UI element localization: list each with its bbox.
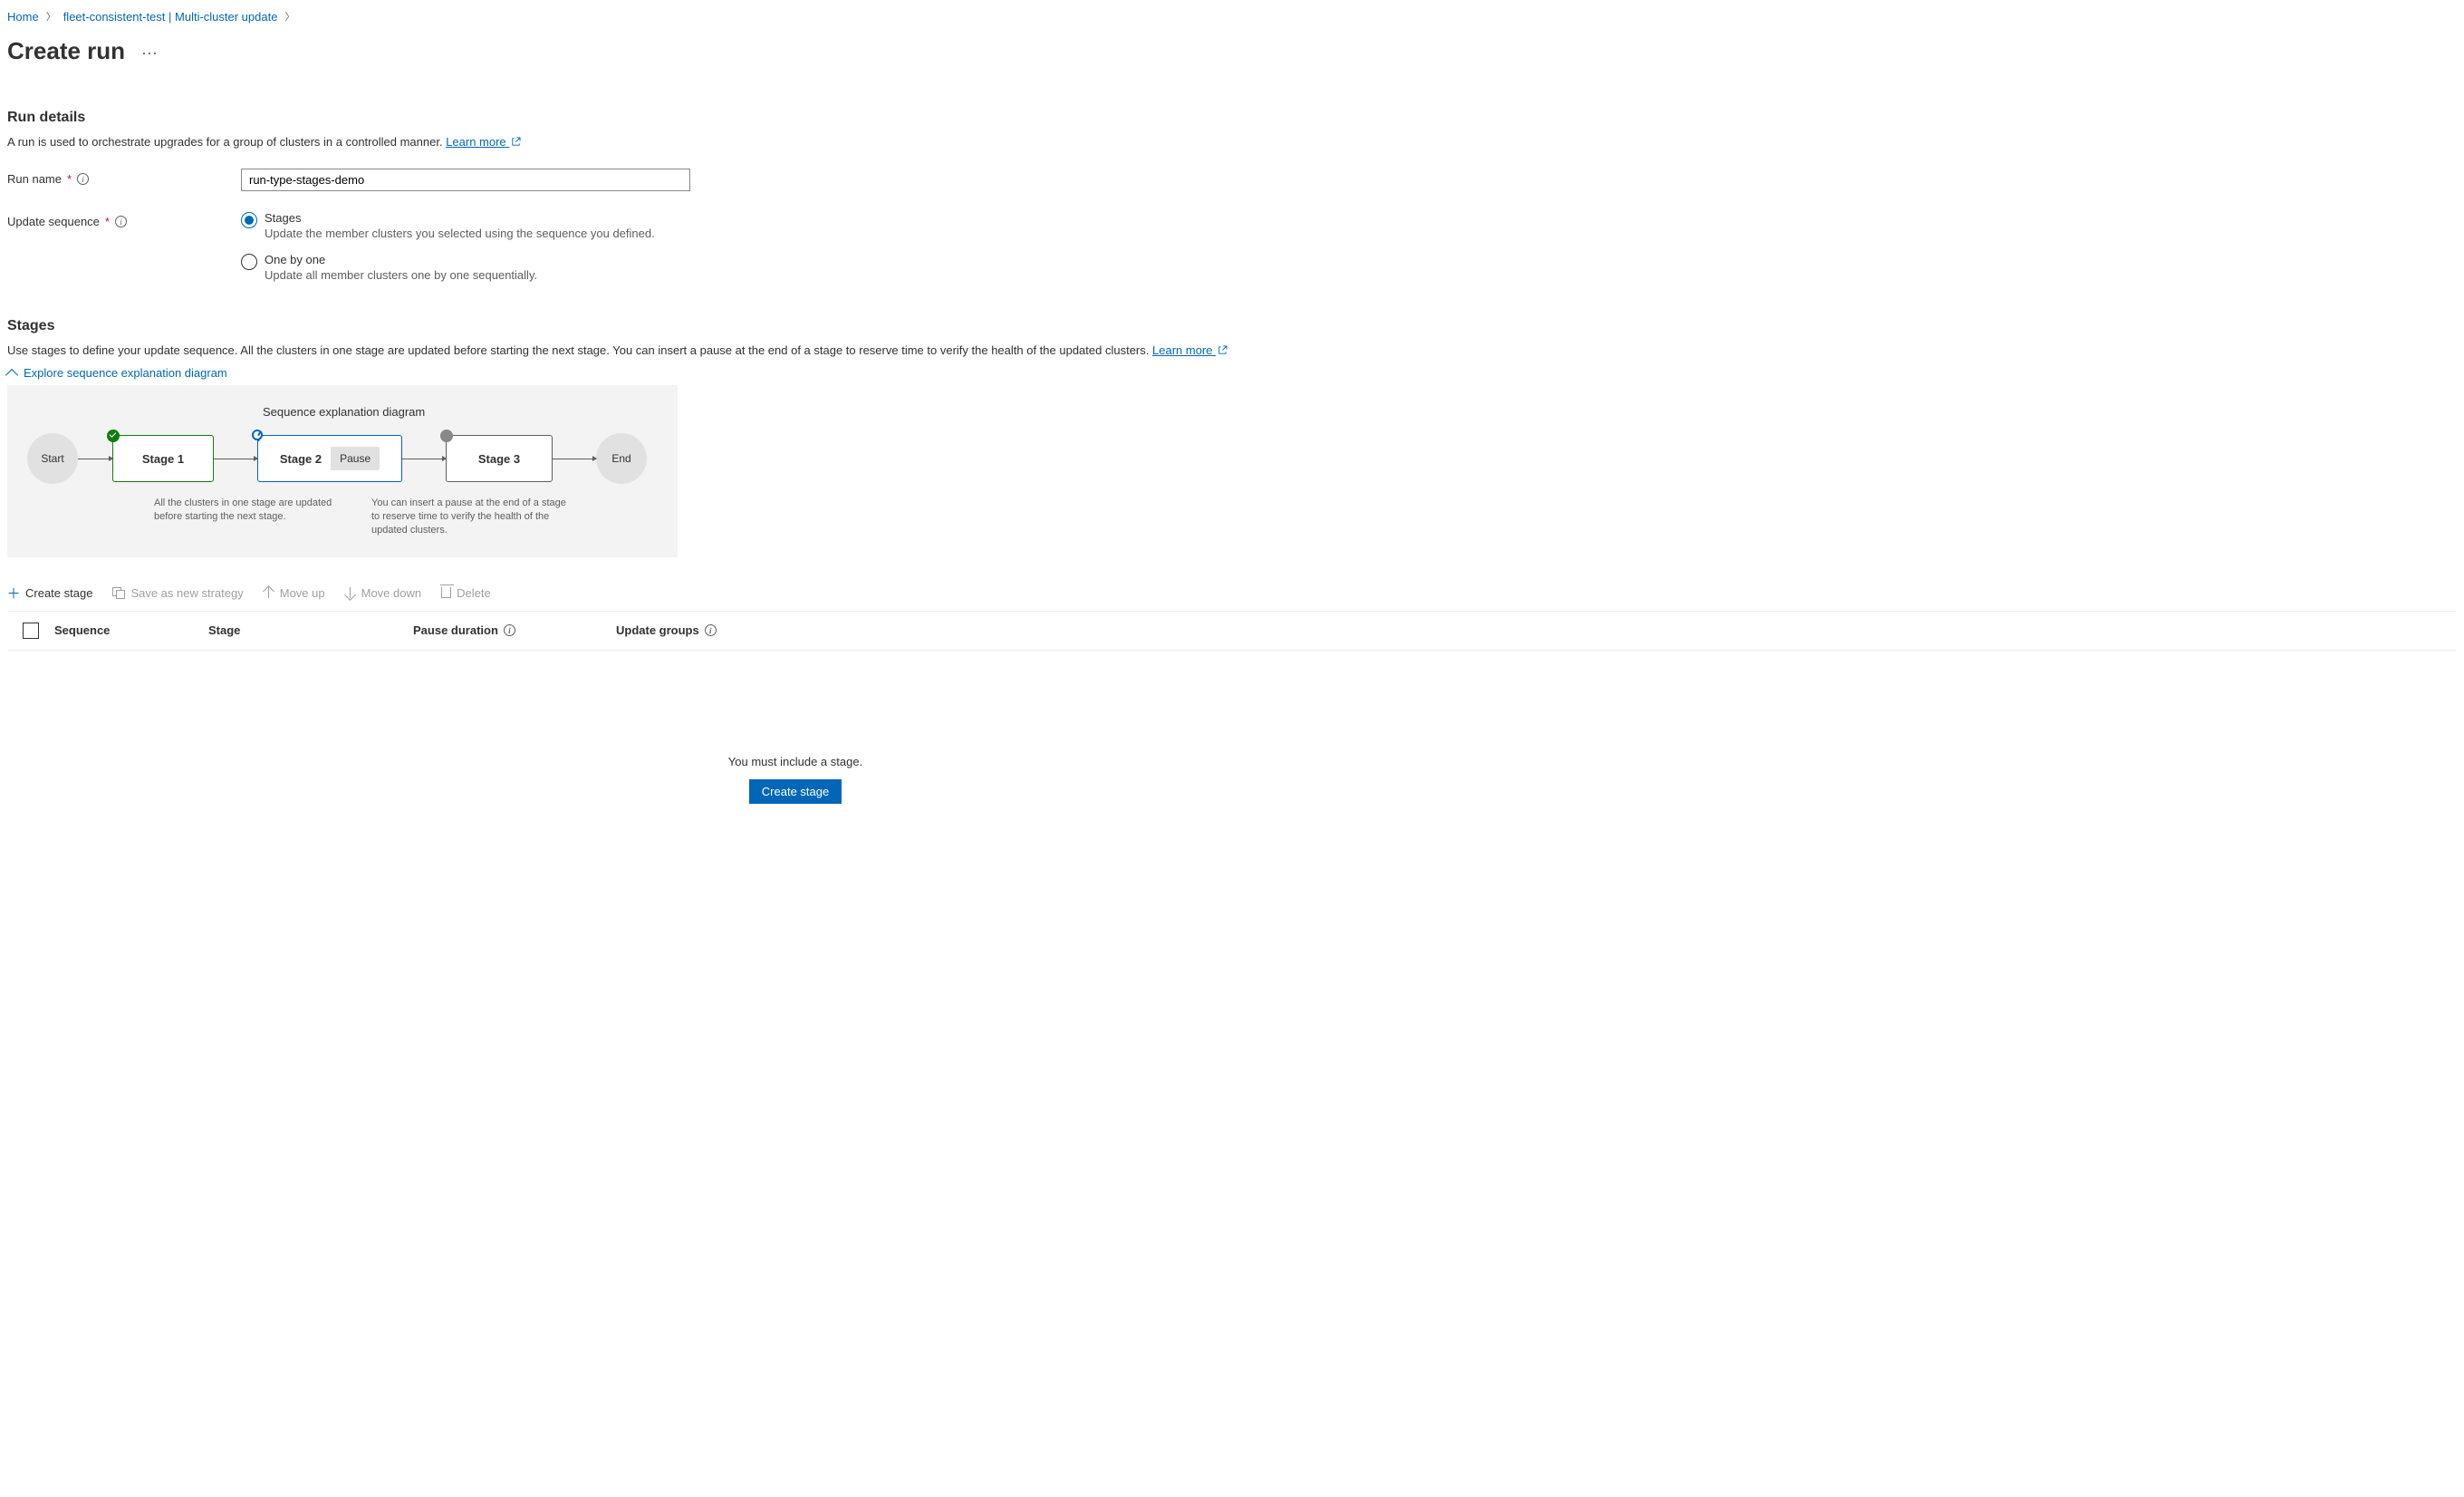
create-stage-primary-button[interactable]: Create stage xyxy=(749,779,842,804)
stages-table: Sequence Stage Pause duration i Update g… xyxy=(7,611,2457,651)
diagram-start-node: Start xyxy=(27,433,78,484)
explore-diagram-toggle[interactable]: Explore sequence explanation diagram xyxy=(7,366,227,380)
info-icon[interactable]: i xyxy=(115,216,127,227)
diagram-stage-1: Stage 1 xyxy=(112,435,214,482)
move-down-button[interactable]: Move down xyxy=(345,586,421,600)
select-all-checkbox[interactable] xyxy=(23,623,39,639)
delete-button[interactable]: Delete xyxy=(441,586,491,600)
empty-state xyxy=(7,696,1583,710)
empty-state-message: You must include a stage. xyxy=(728,755,862,768)
dot-icon xyxy=(440,430,453,442)
radio-one-by-one[interactable]: One by one Update all member clusters on… xyxy=(241,253,655,282)
col-sequence[interactable]: Sequence xyxy=(54,623,208,637)
move-up-button[interactable]: Move up xyxy=(264,586,325,600)
breadcrumb: Home 〉 fleet-consistent-test | Multi-clu… xyxy=(7,7,2457,25)
stages-heading: Stages xyxy=(7,318,2457,334)
info-icon[interactable]: i xyxy=(504,624,515,636)
info-icon[interactable]: i xyxy=(77,173,89,185)
create-stage-button[interactable]: ＋ Create stage xyxy=(7,586,92,600)
diagram-caption-1: All the clusters in one stage are update… xyxy=(154,497,344,537)
save-as-strategy-button[interactable]: Save as new strategy xyxy=(112,586,243,600)
stages-description: Use stages to define your update sequenc… xyxy=(7,343,2457,357)
learn-more-link[interactable]: Learn more xyxy=(1152,343,1227,357)
chevron-right-icon: 〉 xyxy=(46,9,56,24)
table-header-row: Sequence Stage Pause duration i Update g… xyxy=(7,612,2457,650)
radio-stages[interactable]: Stages Update the member clusters you se… xyxy=(241,211,655,240)
breadcrumb-home[interactable]: Home xyxy=(7,10,39,24)
run-details-description: A run is used to orchestrate upgrades fo… xyxy=(7,135,2457,149)
external-link-icon xyxy=(1218,345,1227,355)
col-pause-duration[interactable]: Pause duration i xyxy=(413,623,616,637)
more-actions-button[interactable]: ··· xyxy=(138,40,161,66)
col-update-groups[interactable]: Update groups i xyxy=(616,623,717,637)
learn-more-link[interactable]: Learn more xyxy=(446,135,521,149)
chevron-right-icon: 〉 xyxy=(284,9,294,24)
run-name-input[interactable] xyxy=(241,169,690,191)
diagram-end-node: End xyxy=(596,433,647,484)
diagram-stage-2: Stage 2 Pause xyxy=(257,435,402,482)
arrow-up-icon xyxy=(264,587,274,598)
diagram-caption-2: You can insert a pause at the end of a s… xyxy=(371,497,571,537)
diagram-pause-pill: Pause xyxy=(331,447,380,470)
radio-icon xyxy=(241,254,257,270)
external-link-icon xyxy=(511,137,521,147)
sequence-diagram-panel: Sequence explanation diagram Start Stage… xyxy=(7,385,678,557)
stages-toolbar: ＋ Create stage Save as new strategy Move… xyxy=(7,583,2457,604)
info-icon[interactable]: i xyxy=(705,624,717,636)
chevron-up-icon xyxy=(5,368,18,381)
plus-icon: ＋ xyxy=(7,586,20,599)
trash-icon xyxy=(441,587,451,598)
radio-icon xyxy=(241,212,257,228)
run-details-heading: Run details xyxy=(7,110,2457,126)
save-strategy-icon xyxy=(112,587,125,598)
check-icon xyxy=(107,430,120,442)
diagram-stage-3: Stage 3 xyxy=(446,435,553,482)
page-title: Create run xyxy=(7,37,125,65)
update-sequence-label: Update sequence * i xyxy=(7,211,241,228)
breadcrumb-parent[interactable]: fleet-consistent-test | Multi-cluster up… xyxy=(63,10,278,24)
arrow-down-icon xyxy=(345,587,356,598)
col-stage[interactable]: Stage xyxy=(208,623,413,637)
diagram-title: Sequence explanation diagram xyxy=(263,405,658,419)
sync-icon xyxy=(252,430,263,440)
run-name-label: Run name * i xyxy=(7,169,241,186)
